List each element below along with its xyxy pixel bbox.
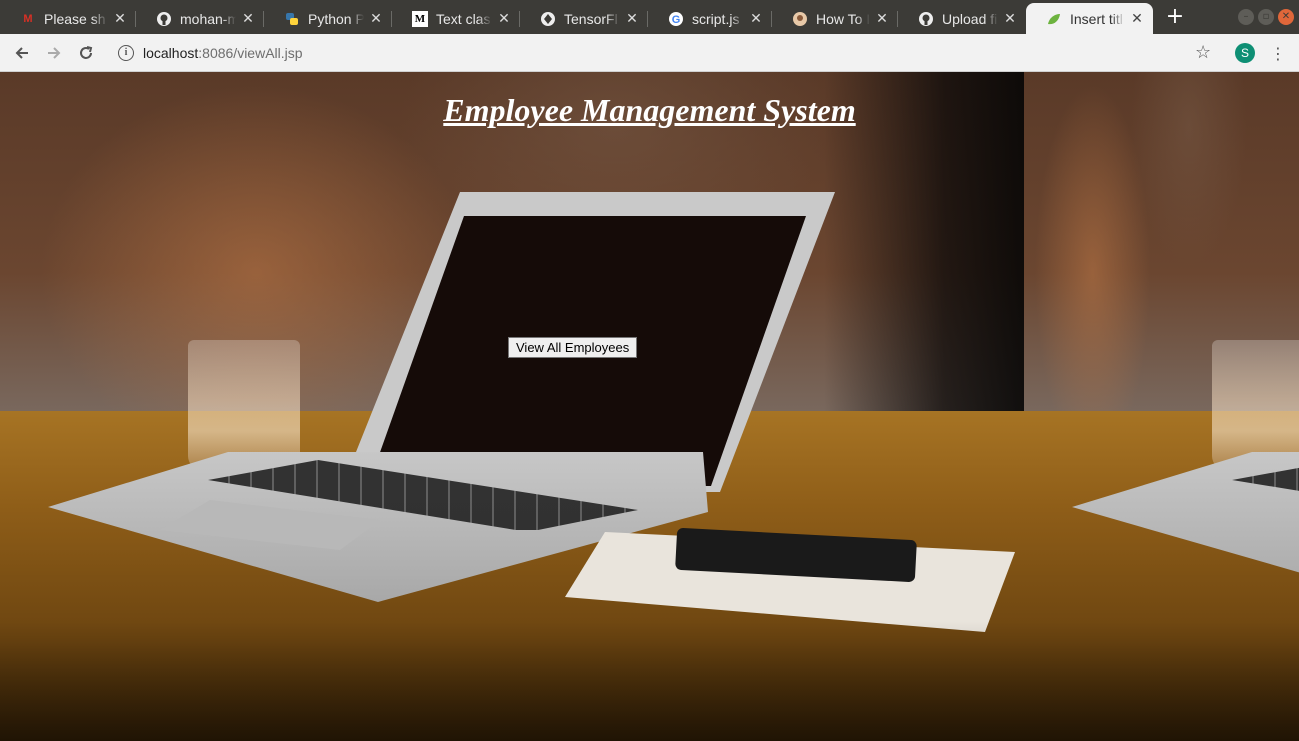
close-icon[interactable]: ✕ — [240, 10, 256, 27]
close-icon[interactable]: ✕ — [496, 10, 512, 27]
tab-medium[interactable]: M Text clas ✕ — [392, 3, 520, 34]
forward-arrow-icon — [48, 47, 61, 59]
profile-avatar[interactable]: S — [1235, 43, 1255, 63]
tab-title: Please sh — [44, 10, 106, 27]
github-icon — [918, 11, 934, 27]
google-icon: G — [668, 11, 684, 27]
minimize-icon[interactable]: – — [1238, 9, 1254, 25]
medium-icon: M — [412, 10, 428, 27]
background-shadow — [1024, 621, 1299, 741]
background-shadow — [0, 621, 1024, 741]
url-host: localhost — [143, 45, 199, 61]
bookmark-star-icon[interactable]: ☆ — [1195, 42, 1211, 63]
tab-strip: M Please sh ✕ mohan-m ✕ Python P ✕ M Tex… — [0, 0, 1299, 34]
close-icon[interactable]: ✕ — [1129, 10, 1145, 27]
avatar-icon — [792, 11, 808, 27]
tab-title: mohan-m — [180, 10, 236, 27]
close-icon[interactable]: ✕ — [874, 10, 890, 27]
address-bar[interactable]: i localhost:8086/viewAll.jsp — [110, 38, 1220, 68]
maximize-icon[interactable]: ▫ — [1258, 9, 1274, 25]
back-arrow-icon — [15, 47, 28, 59]
menu-kebab-icon[interactable]: ⋮ — [1270, 44, 1286, 63]
info-icon[interactable]: i — [118, 45, 134, 61]
github-icon — [156, 11, 172, 27]
tab-github[interactable]: mohan-m ✕ — [136, 3, 264, 34]
gmail-icon: M — [23, 12, 33, 25]
url-text[interactable]: localhost:8086/viewAll.jsp — [143, 45, 303, 61]
water-glass — [188, 340, 300, 470]
close-icon[interactable]: ✕ — [368, 10, 384, 27]
tab-gmail[interactable]: M Please sh ✕ — [0, 3, 136, 34]
tab-title: script.js — [692, 10, 740, 27]
close-icon[interactable]: ✕ — [1002, 10, 1018, 27]
view-all-employees-button[interactable]: View All Employees — [508, 337, 638, 358]
browser-toolbar: i localhost:8086/viewAll.jsp ☆ — [0, 34, 1299, 72]
background-image — [0, 72, 1024, 741]
page-title: Employee Management System — [443, 92, 856, 128]
tab-upload[interactable]: Upload fi ✕ — [898, 3, 1026, 34]
tab-title: Python P — [308, 10, 364, 27]
reload-icon — [80, 46, 93, 59]
background-image-repeat — [1024, 72, 1299, 741]
tab-insert-title[interactable]: Insert titl ✕ — [1026, 3, 1153, 34]
tab-title: TensorFl — [564, 10, 618, 27]
tensorflow-icon — [540, 11, 556, 27]
tab-title: How To I — [816, 10, 870, 27]
close-icon[interactable]: ✕ — [748, 10, 764, 27]
tab-tensorflow[interactable]: TensorFl ✕ — [520, 3, 648, 34]
close-icon[interactable]: ✕ — [624, 10, 640, 27]
page-content: Employee Management System View All Empl… — [0, 72, 1299, 741]
tab-python[interactable]: Python P ✕ — [264, 3, 392, 34]
tab-title: Text clas — [436, 10, 491, 27]
leaf-icon — [1046, 11, 1062, 27]
tab-title: Insert titl — [1070, 10, 1123, 27]
close-icon[interactable]: ✕ — [112, 10, 128, 27]
svg-text:G: G — [672, 14, 681, 26]
forward-button[interactable] — [42, 41, 66, 65]
tab-title: Upload fi — [942, 10, 998, 27]
tab-how-to[interactable]: How To I ✕ — [772, 3, 898, 34]
new-tab-button[interactable]: + — [1164, 4, 1186, 30]
back-button[interactable] — [10, 41, 34, 65]
url-path: :8086/viewAll.jsp — [198, 45, 303, 61]
tab-google[interactable]: G script.js ✕ — [648, 3, 772, 34]
reload-button[interactable] — [74, 41, 98, 65]
window-close-icon[interactable]: ✕ — [1278, 9, 1294, 25]
water-glass — [1212, 340, 1299, 470]
python-icon — [284, 11, 300, 27]
